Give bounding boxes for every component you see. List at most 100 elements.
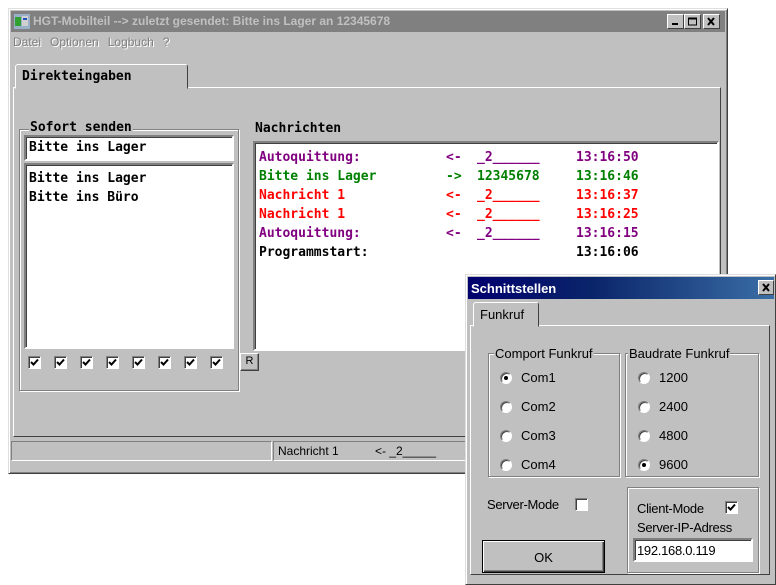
client-mode-label: Client-Mode [637, 501, 704, 516]
message-target: _2______ [477, 207, 540, 222]
message-text: Autoquittung: [259, 226, 361, 241]
comport-option-radio[interactable] [500, 372, 512, 384]
checkmark-icon [160, 358, 169, 366]
quick-send-checkbox[interactable] [210, 356, 223, 369]
server-mode-label: Server-Mode [487, 497, 559, 512]
message-direction: <- [446, 188, 462, 203]
close-button[interactable] [703, 14, 720, 29]
message-direction: <- [446, 226, 462, 241]
server-ip-value: 192.168.0.119 [637, 543, 716, 558]
quick-send-input-value: Bitte ins Lager [29, 140, 147, 155]
close-icon [762, 283, 770, 292]
client-mode-checkbox[interactable] [725, 501, 738, 514]
baudrate-option-radio[interactable] [638, 372, 650, 384]
comport-option-radio[interactable] [500, 430, 512, 442]
message-target: _2______ [477, 188, 540, 203]
server-ip-label: Server-IP-Adress [637, 520, 732, 535]
quick-send-checkbox[interactable] [106, 356, 119, 369]
checkmark-icon [212, 358, 221, 366]
quick-send-checkbox[interactable] [158, 356, 171, 369]
comport-option-label: Com2 [521, 399, 556, 414]
maximize-button[interactable] [684, 14, 701, 29]
menu-optionen[interactable]: Optionen [50, 35, 99, 49]
menu-help[interactable]: ? [163, 35, 170, 49]
tab-funkruf[interactable]: Funkruf [473, 302, 539, 327]
message-target: 12345678 [477, 169, 540, 184]
comport-label: Comport Funkruf [494, 346, 594, 361]
message-direction: <- [446, 150, 462, 165]
message-time: 13:16:37 [576, 188, 639, 203]
message-target: _2______ [477, 150, 540, 165]
list-item[interactable]: Bitte ins Lager [29, 169, 146, 188]
messages-label: Nachrichten [255, 121, 342, 136]
quick-send-checkbox[interactable] [132, 356, 145, 369]
list-item[interactable]: Bitte ins Büro [29, 188, 146, 207]
menu-datei[interactable]: Datei [13, 35, 41, 49]
comport-option-label: Com4 [521, 457, 556, 472]
message-direction: <- [446, 207, 462, 222]
quick-send-input[interactable]: Bitte ins Lager [24, 135, 234, 161]
schnittstellen-dialog: Schnittstellen Funkruf Comport Funkruf C… [465, 274, 776, 585]
quick-send-checkbox[interactable] [80, 356, 93, 369]
title-bar[interactable]: HGT-Mobilteil --> zuletzt gesendet: Bitt… [11, 11, 725, 32]
baudrate-option-radio[interactable] [638, 459, 650, 471]
message-time: 13:16:06 [576, 245, 639, 260]
comport-option-radio[interactable] [500, 401, 512, 413]
message-target: _2______ [477, 226, 540, 241]
tab-direkteingaben-label: Direkteingaben [22, 69, 132, 84]
quick-send-label: Sofort senden [29, 120, 133, 135]
dialog-title-bar[interactable]: Schnittstellen [468, 277, 774, 299]
baudrate-option-label: 9600 [659, 457, 688, 472]
comport-option-label: Com3 [521, 428, 556, 443]
checkmark-icon [727, 503, 736, 511]
message-direction: -> [446, 169, 462, 184]
comport-option-label: Com1 [521, 370, 556, 385]
dialog-close-button[interactable] [758, 280, 774, 295]
minimize-button[interactable] [667, 14, 684, 29]
dialog-title: Schnittstellen [471, 281, 557, 296]
quick-send-checkbox[interactable] [54, 356, 67, 369]
close-icon [707, 17, 715, 26]
status-target: <- _2_____ [375, 444, 437, 458]
checkmark-icon [134, 358, 143, 366]
baudrate-option-label: 4800 [659, 428, 688, 443]
quick-send-list[interactable]: Bitte ins Lager Bitte ins Büro [24, 163, 234, 349]
baudrate-option-label: 1200 [659, 370, 688, 385]
minimize-icon [672, 23, 678, 25]
quick-send-checkbox[interactable] [184, 356, 197, 369]
baudrate-option-radio[interactable] [638, 430, 650, 442]
baudrate-option-radio[interactable] [638, 401, 650, 413]
checkmark-icon [82, 358, 91, 366]
menu-bar: Datei Optionen Logbuch? [13, 35, 178, 53]
message-text: Nachricht 1 [259, 207, 346, 222]
r-button-label: R [245, 355, 254, 367]
checkmark-icon [186, 358, 195, 366]
checkmark-icon [30, 358, 39, 366]
status-pane-message: Nachricht 1 <- _2_____ 1 [273, 441, 473, 461]
radio-selected-dot [642, 463, 646, 467]
message-text: Autoquittung: [259, 150, 361, 165]
ok-button-label: OK [534, 550, 553, 565]
status-pane-left [11, 441, 272, 461]
r-button[interactable]: R [240, 353, 259, 371]
server-mode-checkbox[interactable] [575, 498, 588, 511]
baudrate-option-label: 2400 [659, 399, 688, 414]
message-time: 13:16:25 [576, 207, 639, 222]
tab-funkruf-label: Funkruf [480, 307, 525, 322]
tab-direkteingaben[interactable]: Direkteingaben [15, 64, 188, 89]
message-time: 13:16:46 [576, 169, 639, 184]
quick-send-checkbox[interactable] [28, 356, 41, 369]
hgt-app-icon [14, 14, 30, 29]
baudrate-label: Baudrate Funkruf [628, 346, 731, 361]
server-ip-input[interactable]: 192.168.0.119 [633, 538, 753, 562]
menu-logbuch[interactable]: Logbuch [108, 35, 154, 49]
window-title: HGT-Mobilteil --> zuletzt gesendet: Bitt… [33, 14, 391, 28]
radio-selected-dot [504, 376, 508, 380]
message-text: Bitte ins Lager [259, 169, 377, 184]
ok-button[interactable]: OK [482, 540, 605, 573]
checkmark-icon [56, 358, 65, 366]
comport-option-radio[interactable] [500, 459, 512, 471]
checkmark-icon [108, 358, 117, 366]
status-message: Nachricht 1 [278, 444, 339, 458]
message-text: Nachricht 1 [259, 188, 346, 203]
